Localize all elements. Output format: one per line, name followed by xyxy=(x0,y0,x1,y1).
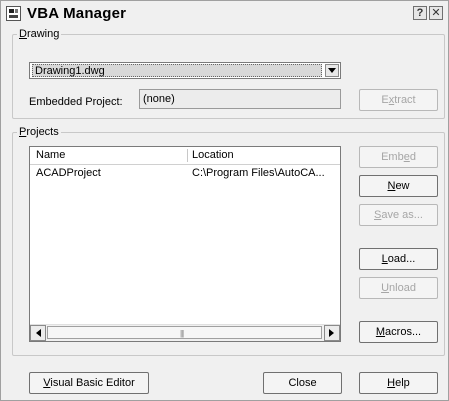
arrow-left-icon[interactable] xyxy=(30,325,46,341)
project-location-cell: C:\Program Files\AutoCA... xyxy=(192,167,325,179)
scrollbar-thumb[interactable]: ||| xyxy=(47,326,322,339)
projects-group-legend: Projects xyxy=(19,126,59,138)
grip-icon: ||| xyxy=(180,329,184,338)
list-item[interactable]: ACADProject C:\Program Files\AutoCA... xyxy=(30,167,340,181)
drawing-select-value: Drawing1.dwg xyxy=(32,64,322,77)
load-button[interactable]: Load... xyxy=(359,248,438,270)
embedded-project-field: (none) xyxy=(139,89,341,109)
drawing-select[interactable]: Drawing1.dwg xyxy=(29,62,341,79)
visual-basic-editor-button[interactable]: Visual Basic Editor xyxy=(29,372,149,394)
title-help-button[interactable]: ? xyxy=(413,6,427,20)
embed-button[interactable]: Embed xyxy=(359,146,438,168)
window-title: VBA Manager xyxy=(27,5,127,22)
column-divider[interactable] xyxy=(187,149,188,162)
help-button[interactable]: Help xyxy=(359,372,438,394)
close-button[interactable]: Close xyxy=(263,372,342,394)
embedded-project-label: Embedded Project: xyxy=(29,96,123,108)
extract-button[interactable]: Extract xyxy=(359,89,438,111)
new-button[interactable]: New xyxy=(359,175,438,197)
projects-list[interactable]: Name Location ACADProject C:\Program Fil… xyxy=(29,146,341,342)
project-name-cell: ACADProject xyxy=(36,167,101,179)
macros-button[interactable]: Macros... xyxy=(359,321,438,343)
list-header: Name Location xyxy=(30,147,340,165)
horizontal-scrollbar[interactable]: ||| xyxy=(30,324,340,341)
unload-button[interactable]: Unload xyxy=(359,277,438,299)
arrow-right-icon[interactable] xyxy=(324,325,340,341)
vba-manager-dialog: VBA Manager ? ✕ Drawing Drawing1.dwg Emb… xyxy=(0,0,449,401)
save-as-button[interactable]: Save as... xyxy=(359,204,438,226)
title-close-button[interactable]: ✕ xyxy=(429,6,443,20)
vba-manager-icon xyxy=(6,6,21,21)
column-header-name[interactable]: Name xyxy=(36,149,65,161)
drawing-group-legend: Drawing xyxy=(19,28,60,40)
column-header-location[interactable]: Location xyxy=(192,149,234,161)
title-bar: VBA Manager ? ✕ xyxy=(1,1,448,25)
chevron-down-icon[interactable] xyxy=(325,64,339,77)
